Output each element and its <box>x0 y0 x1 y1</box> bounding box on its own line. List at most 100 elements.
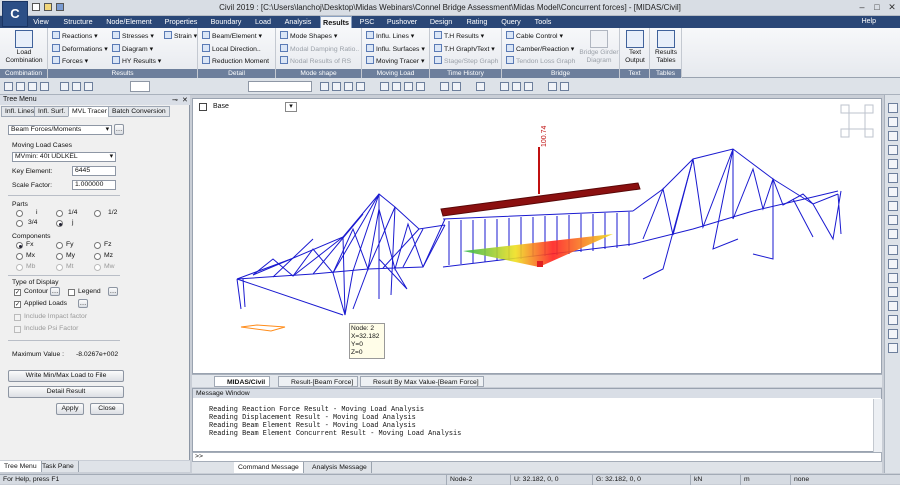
zoom-fit-icon[interactable] <box>320 82 329 91</box>
tab-infl-lines[interactable]: Infl. Lines <box>1 106 39 117</box>
tab-boundary[interactable]: Boundary <box>206 16 246 28</box>
pin-icon[interactable]: ⊸ <box>172 96 178 104</box>
tab-batch-conversion[interactable]: Batch Conversion <box>108 106 170 117</box>
save-icon[interactable] <box>56 3 64 11</box>
tab-result-max-value[interactable]: Result By Max Value-[Beam Force] <box>360 376 484 387</box>
th-graph-button[interactable]: T.H Graph/Text ▾ <box>434 44 495 55</box>
view-tool-icon[interactable] <box>888 131 898 141</box>
contour-checkbox[interactable]: ✓ <box>14 289 21 296</box>
component-mt-radio[interactable] <box>56 264 63 271</box>
minimize-button[interactable]: – <box>856 2 868 13</box>
iso-view-icon[interactable] <box>380 82 389 91</box>
cable-control-button[interactable]: Cable Control ▾ <box>506 31 563 42</box>
result-type-select[interactable]: Beam Forces/Moments ▾ <box>8 125 112 135</box>
tab-node-element[interactable]: Node/Element <box>102 16 156 28</box>
view-tool-icon[interactable] <box>888 187 898 197</box>
nodal-results-rs-button[interactable]: Nodal Results of RS <box>280 56 351 67</box>
redraw-icon[interactable] <box>512 82 521 91</box>
tab-analysis-message[interactable]: Analysis Message <box>308 462 372 473</box>
view-tool-icon[interactable] <box>888 329 898 339</box>
view-tool-icon[interactable] <box>888 215 898 225</box>
tab-task-pane[interactable]: Task Pane <box>38 461 79 472</box>
message-scrollbar[interactable] <box>873 399 882 452</box>
view-tool-icon[interactable] <box>888 145 898 155</box>
tab-midas-civil[interactable]: MIDAS/Civil <box>214 376 271 387</box>
component-fy-radio[interactable] <box>56 242 63 249</box>
component-mx-radio[interactable] <box>16 253 23 260</box>
write-min-max-button[interactable]: Write Min/Max Load to File <box>8 370 124 382</box>
view-tool-icon[interactable] <box>888 315 898 325</box>
select-combo[interactable] <box>130 81 150 92</box>
undo-icon[interactable] <box>548 82 557 91</box>
component-mb-radio[interactable] <box>16 264 23 271</box>
tab-psc[interactable]: PSC <box>356 16 378 28</box>
tendon-loss-button[interactable]: Tendon Loss Graph <box>506 56 575 67</box>
view-tool-icon[interactable] <box>888 173 898 183</box>
apply-button[interactable]: Apply <box>56 403 84 415</box>
reactions-button[interactable]: Reactions ▾ <box>52 31 98 42</box>
scale-factor-input[interactable]: 1.000000 <box>72 180 116 190</box>
view-tool-icon[interactable] <box>888 343 898 353</box>
view-tool-icon[interactable] <box>888 301 898 311</box>
tab-rating[interactable]: Rating <box>462 16 492 28</box>
zoom-window-icon[interactable] <box>332 82 341 91</box>
component-fx-radio[interactable] <box>16 242 23 249</box>
new-file-icon[interactable] <box>32 3 40 11</box>
tab-design[interactable]: Design <box>426 16 456 28</box>
tab-result-beam-force[interactable]: Result-[Beam Force] <box>278 376 359 387</box>
render-icon[interactable] <box>476 82 485 91</box>
include-impact-checkbox[interactable] <box>14 314 21 321</box>
tab-command-message[interactable]: Command Message <box>234 462 304 473</box>
tab-infl-surf[interactable]: Infl. Surf. <box>34 106 70 117</box>
camber-reaction-button[interactable]: Camber/Reaction ▾ <box>506 44 574 55</box>
key-element-input[interactable]: 6445 <box>72 166 116 176</box>
tab-query[interactable]: Query <box>498 16 524 28</box>
tab-analysis[interactable]: Analysis <box>280 16 316 28</box>
maximize-button[interactable]: □ <box>871 2 883 13</box>
load-combination-button[interactable]: Load Combination <box>4 30 44 65</box>
rotate-icon[interactable] <box>356 82 365 91</box>
inactivate-icon[interactable] <box>72 82 81 91</box>
tab-view[interactable]: View <box>28 16 54 28</box>
legend-checkbox[interactable] <box>68 289 75 296</box>
tab-tree-menu[interactable]: Tree Menu <box>0 461 42 472</box>
tab-structure[interactable]: Structure <box>58 16 98 28</box>
top-view-icon[interactable] <box>392 82 401 91</box>
hidden-icon[interactable] <box>440 82 449 91</box>
reduction-moment-button[interactable]: Reduction Moment <box>202 56 269 67</box>
tab-properties[interactable]: Properties <box>160 16 202 28</box>
right-view-icon[interactable] <box>416 82 425 91</box>
front-view-icon[interactable] <box>404 82 413 91</box>
view-tool-icon[interactable] <box>888 103 898 113</box>
tab-tools[interactable]: Tools <box>530 16 556 28</box>
beam-element-button[interactable]: Beam/Element ▾ <box>202 31 262 42</box>
model-view[interactable]: Base ▾ 100.74 Node: 2 X=32.182 Y=0 Z=0 <box>192 98 882 374</box>
modal-damping-button[interactable]: Modal Damping Ratio.. <box>280 44 359 55</box>
moving-tracer-button[interactable]: Moving Tracer ▾ <box>366 56 424 67</box>
mode-shapes-button[interactable]: Mode Shapes ▾ <box>280 31 337 42</box>
bridge-girder-diagram-button[interactable]: Bridge Girder Diagram <box>578 30 620 65</box>
unselect-icon[interactable] <box>28 82 37 91</box>
activate-all-icon[interactable] <box>84 82 93 91</box>
forces-button[interactable]: Forces ▾ <box>52 56 88 67</box>
tab-pushover[interactable]: Pushover <box>382 16 422 28</box>
view-tool-icon[interactable] <box>888 245 898 255</box>
view-tool-icon[interactable] <box>888 229 898 239</box>
include-psi-checkbox[interactable] <box>14 326 21 333</box>
hy-results-button[interactable]: HY Results ▾ <box>112 56 161 67</box>
contour-options-button[interactable]: … <box>50 287 60 296</box>
select-icon[interactable] <box>4 82 13 91</box>
view-tool-icon[interactable] <box>888 273 898 283</box>
redo-icon[interactable] <box>560 82 569 91</box>
influ-surfaces-button[interactable]: Influ. Surfaces ▾ <box>366 44 425 55</box>
diagram-button[interactable]: Diagram ▾ <box>112 44 153 55</box>
result-type-options-button[interactable]: … <box>114 124 124 135</box>
stage-graph-button[interactable]: Stage/Step Graph <box>434 56 498 67</box>
tab-load[interactable]: Load <box>250 16 276 28</box>
close-panel-button[interactable]: Close <box>90 403 124 415</box>
part-j-radio[interactable] <box>56 220 63 227</box>
detail-result-button[interactable]: Detail Result <box>8 386 124 398</box>
deformations-button[interactable]: Deformations ▾ <box>52 44 108 55</box>
results-tables-button[interactable]: Results Tables <box>652 30 680 65</box>
display-icon[interactable] <box>500 82 509 91</box>
